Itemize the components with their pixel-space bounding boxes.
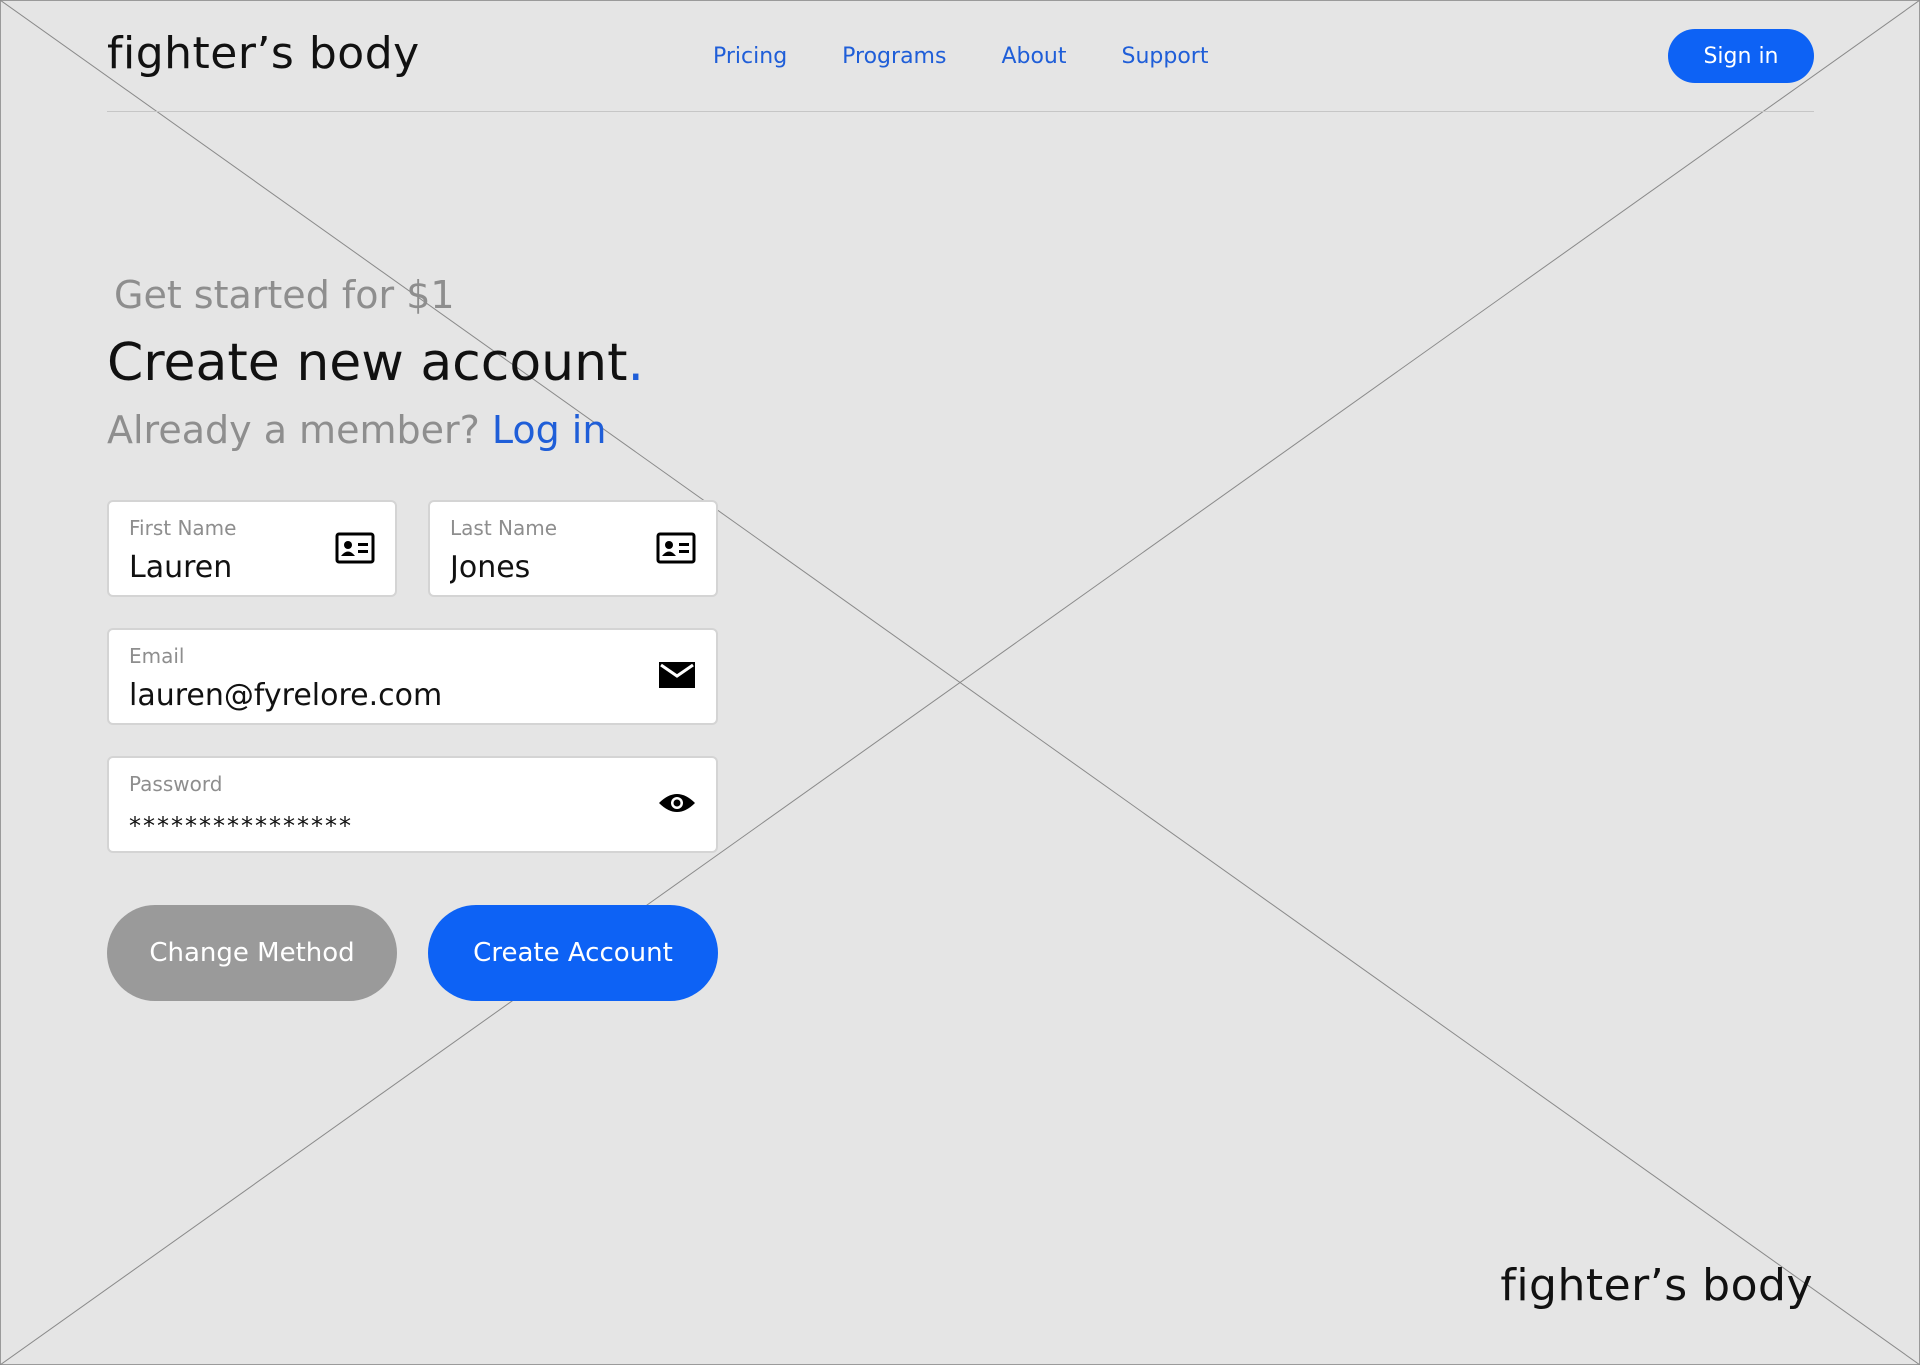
eye-icon[interactable] bbox=[658, 788, 696, 822]
page-title-text: Create new account bbox=[107, 333, 628, 393]
top-header: fighter’s body Pricing Programs About Su… bbox=[107, 0, 1814, 112]
password-field[interactable]: Password bbox=[107, 756, 718, 853]
last-name-label: Last Name bbox=[450, 516, 558, 540]
footer-brand-logo: fighter’s body bbox=[1500, 1260, 1813, 1311]
nav-support[interactable]: Support bbox=[1122, 44, 1209, 69]
password-label: Password bbox=[129, 772, 223, 796]
email-input[interactable] bbox=[129, 678, 554, 713]
nav-about[interactable]: About bbox=[1001, 44, 1066, 69]
title-accent-dot: . bbox=[627, 333, 645, 393]
member-prompt-text: Already a member? bbox=[107, 408, 480, 452]
email-field[interactable]: Email bbox=[107, 628, 718, 725]
create-account-button[interactable]: Create Account bbox=[428, 905, 718, 1001]
login-link[interactable]: Log in bbox=[492, 408, 607, 452]
id-card-icon bbox=[656, 532, 696, 568]
nav-pricing[interactable]: Pricing bbox=[713, 44, 787, 69]
password-input[interactable] bbox=[129, 812, 554, 840]
page-title: Create new account. bbox=[107, 333, 644, 393]
mail-icon bbox=[658, 660, 696, 694]
first-name-field[interactable]: First Name bbox=[107, 500, 397, 597]
nav-programs[interactable]: Programs bbox=[842, 44, 946, 69]
member-prompt: Already a member? Log in bbox=[107, 408, 606, 452]
last-name-input[interactable] bbox=[450, 550, 651, 585]
last-name-field[interactable]: Last Name bbox=[428, 500, 718, 597]
main-nav: Pricing Programs About Support bbox=[713, 44, 1263, 69]
id-card-icon bbox=[335, 532, 375, 568]
first-name-label: First Name bbox=[129, 516, 237, 540]
eyebrow-text: Get started for $1 bbox=[114, 273, 455, 317]
sign-in-button[interactable]: Sign in bbox=[1668, 29, 1814, 83]
email-label: Email bbox=[129, 644, 185, 668]
first-name-input[interactable] bbox=[129, 550, 330, 585]
change-method-button[interactable]: Change Method bbox=[107, 905, 397, 1001]
brand-logo[interactable]: fighter’s body bbox=[107, 28, 420, 79]
